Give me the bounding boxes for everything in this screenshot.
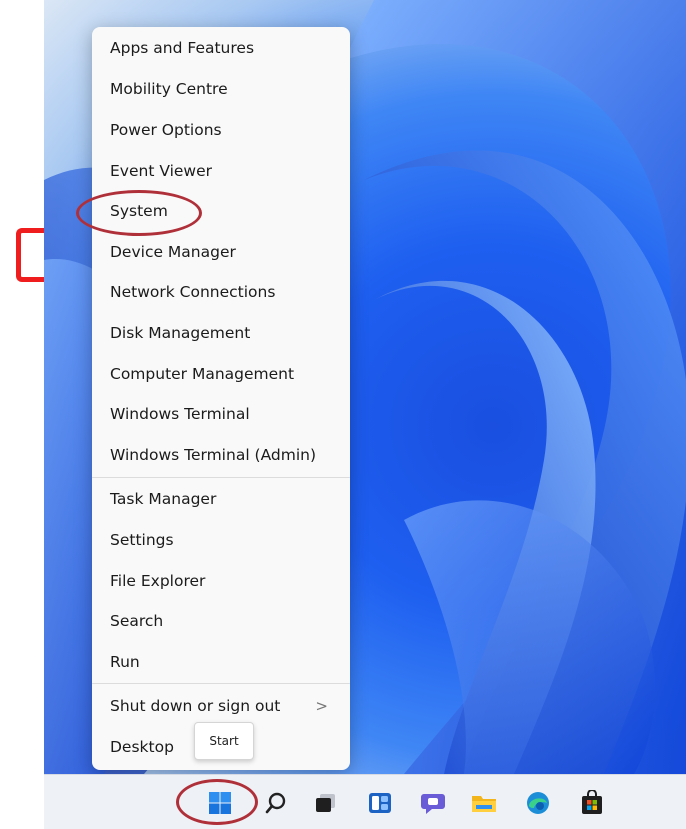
windows-start-icon[interactable]: [206, 789, 234, 817]
menu-item-computer-management[interactable]: Computer Management: [92, 357, 350, 391]
menu-divider: [92, 683, 350, 684]
menu-item-system[interactable]: System: [92, 194, 350, 228]
menu-item-task-manager[interactable]: Task Manager: [92, 482, 350, 516]
search-icon[interactable]: [262, 789, 290, 817]
widgets-icon[interactable]: [366, 789, 394, 817]
red-bracket-annotation: [16, 228, 44, 282]
menu-divider: [92, 477, 350, 478]
menu-item-power-options[interactable]: Power Options: [92, 113, 350, 147]
taskbar: [44, 774, 686, 829]
edge-icon[interactable]: [524, 789, 552, 817]
menu-item-run[interactable]: Run: [92, 645, 350, 679]
file-explorer-icon[interactable]: [470, 789, 498, 817]
menu-item-disk-management[interactable]: Disk Management: [92, 316, 350, 350]
menu-item-settings[interactable]: Settings: [92, 523, 350, 557]
chevron-right-icon: >: [315, 697, 328, 715]
menu-item-search[interactable]: Search: [92, 604, 350, 638]
menu-item-windows-terminal-admin[interactable]: Windows Terminal (Admin): [92, 438, 350, 472]
menu-item-network-connections[interactable]: Network Connections: [92, 275, 350, 309]
win-x-context-menu: Apps and Features Mobility Centre Power …: [92, 27, 350, 770]
menu-item-file-explorer[interactable]: File Explorer: [92, 564, 350, 598]
menu-item-shut-down-or-sign-out[interactable]: Shut down or sign out >: [92, 689, 350, 723]
menu-item-label: Shut down or sign out: [110, 697, 281, 715]
menu-item-windows-terminal[interactable]: Windows Terminal: [92, 397, 350, 431]
start-tooltip: Start: [194, 722, 254, 760]
menu-item-event-viewer[interactable]: Event Viewer: [92, 154, 350, 188]
store-icon[interactable]: [578, 789, 606, 817]
chat-icon[interactable]: [419, 789, 447, 817]
menu-item-apps-and-features[interactable]: Apps and Features: [92, 31, 350, 65]
menu-item-mobility-centre[interactable]: Mobility Centre: [92, 72, 350, 106]
task-view-icon[interactable]: [312, 789, 340, 817]
menu-item-device-manager[interactable]: Device Manager: [92, 235, 350, 269]
